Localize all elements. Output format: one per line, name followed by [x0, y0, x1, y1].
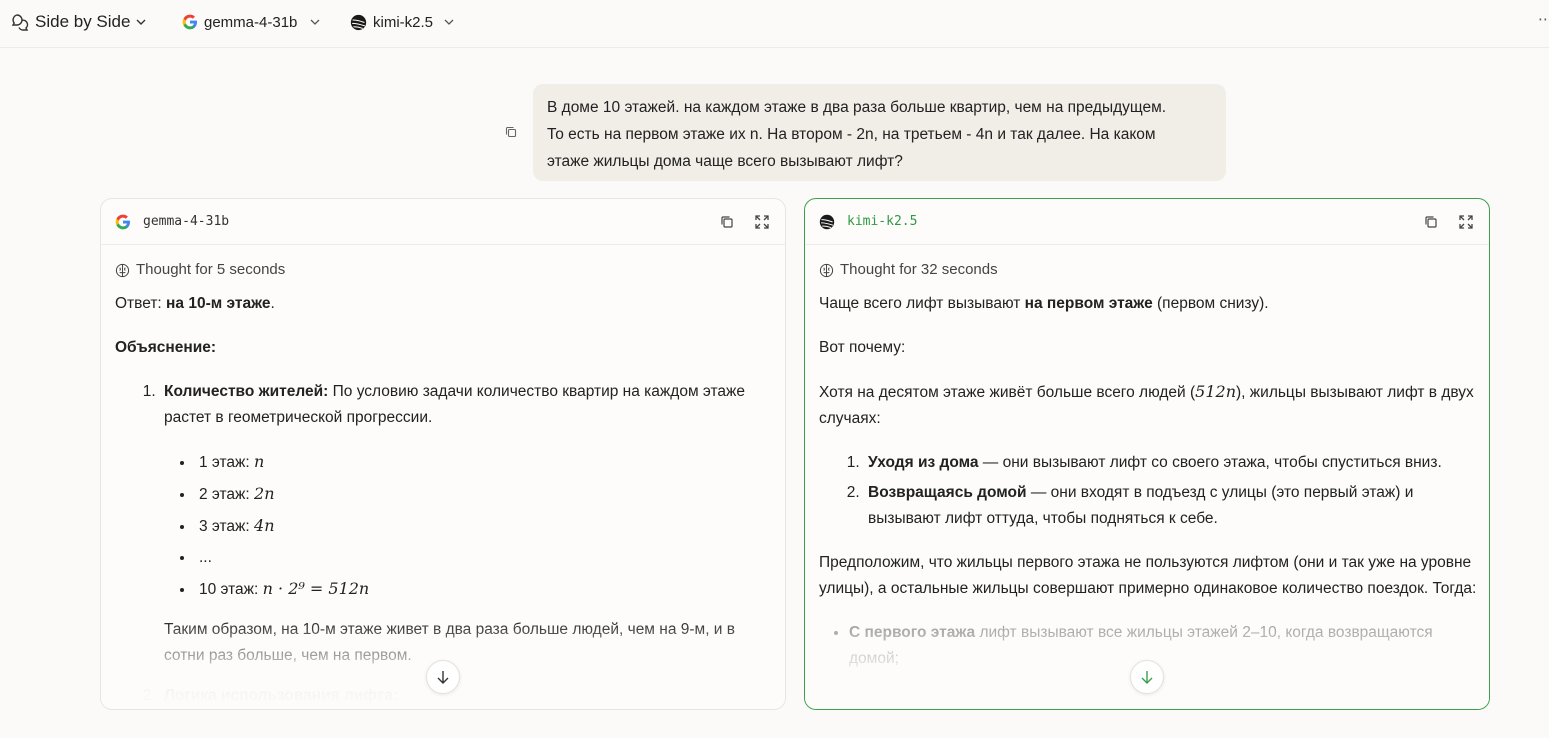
list-item: Возвращаясь домой — они входят в подъезд…: [864, 480, 1479, 532]
copy-icon[interactable]: [719, 214, 735, 230]
user-message-line: этаже жильцы дома чаще всего вызывают ли…: [547, 153, 903, 170]
chevron-down-icon: [310, 19, 320, 25]
item-bold: С первого этажа: [849, 624, 976, 641]
model-a-label: gemma-4-31b: [204, 13, 298, 31]
text-span: Чаще всего лифт вызывают: [819, 295, 1025, 312]
google-logo-icon: [182, 14, 197, 30]
mode-selector[interactable]: Side by Side: [10, 10, 147, 34]
item-text: — они вызывают лифт со своего этажа, что…: [978, 454, 1442, 471]
expand-icon[interactable]: [754, 214, 770, 230]
floor-label: 2 этаж:: [199, 486, 255, 503]
response-panel-b: kimi-k2.5 Thought for 32 seconds Чаще вс…: [804, 198, 1490, 710]
response-panel-a: gemma-4-31b Thought for 5 seconds Ответ:…: [100, 198, 786, 710]
floor-math: 4n: [254, 516, 275, 535]
list-item: 1 этаж: n: [195, 449, 775, 476]
brain-icon: [819, 263, 834, 277]
arrow-down-icon: [437, 671, 449, 684]
text-span: (первом снизу).: [1152, 295, 1269, 312]
floor-label: 3 этаж:: [199, 518, 255, 535]
floor-math: n · 2⁹ = 512n: [262, 579, 370, 598]
chevron-down-icon: [136, 19, 146, 25]
paragraph: Вот почему:: [819, 339, 906, 356]
model-a-selector[interactable]: gemma-4-31b: [182, 10, 321, 34]
paragraph: Чаще всего лифт вызывают на первом этаже…: [819, 291, 1479, 317]
bullet-list: С первого этажа лифт вызывают все жильцы…: [849, 620, 1479, 672]
model-b-label: kimi-k2.5: [373, 13, 434, 31]
copy-icon[interactable]: [1423, 214, 1439, 230]
list-item: С первого этажа лифт вызывают все жильцы…: [849, 620, 1479, 672]
model-b-selector[interactable]: kimi-k2.5: [350, 10, 455, 34]
list-item: 3 этаж: 4n: [195, 513, 775, 540]
item-bold: Логика использования лифта:: [164, 687, 399, 704]
thought-toggle[interactable]: Thought for 32 seconds: [819, 257, 1479, 283]
arrow-down-icon: [1141, 671, 1153, 684]
thought-label: Thought for 5 seconds: [136, 261, 286, 278]
scroll-down-button[interactable]: [426, 660, 460, 694]
floor-label: 1 этаж:: [199, 454, 255, 471]
kimi-logo-icon: [819, 214, 835, 230]
list-item: 2 этаж: 2n: [195, 481, 775, 508]
panel-header: kimi-k2.5: [805, 199, 1489, 245]
panel-header: gemma-4-31b: [101, 199, 785, 245]
thought-toggle[interactable]: Thought for 5 seconds: [115, 257, 775, 283]
answer-prefix: Ответ:: [115, 295, 167, 312]
text-span: Хотя на десятом этаже живёт больше всего…: [819, 384, 1196, 401]
mode-label: Side by Side: [35, 12, 131, 31]
panel-model-name: kimi-k2.5: [847, 214, 918, 229]
user-message-line: В доме 10 этажей. на каждом этаже в два …: [547, 99, 1167, 116]
list-item: Уходя из дома — они вызывают лифт со сво…: [864, 450, 1479, 476]
explanation-list: Количество жителей: По условию задачи ко…: [160, 379, 775, 709]
item-bold: Уходя из дома: [868, 454, 979, 471]
chevron-down-icon: [444, 19, 454, 25]
brain-icon: [115, 263, 130, 277]
floor-math: n: [254, 452, 265, 471]
floor-math: 2n: [254, 484, 275, 503]
item-bold: Количество жителей:: [164, 383, 329, 400]
explanation-bold: Объяснение:: [115, 339, 217, 356]
panel-body: Thought for 5 seconds Ответ: на 10-м эта…: [115, 257, 775, 709]
user-message: В доме 10 этажей. на каждом этаже в два …: [533, 84, 1226, 181]
top-bar: Side by Side gemma-4-31b kimi-k2.5 ⋯: [0, 0, 1549, 48]
explanation-heading: Объяснение:: [115, 335, 775, 361]
floors-list: 1 этаж: n 2 этаж: 2n 3 этаж: 4n ... 10 э…: [195, 449, 775, 603]
thought-label: Thought for 32 seconds: [840, 261, 998, 278]
text-math: 512n: [1195, 382, 1237, 401]
paragraph: Хотя на десятом этаже живёт больше всего…: [819, 379, 1479, 432]
chat-bubbles-icon: [11, 14, 29, 31]
answer-suffix: .: [270, 295, 275, 312]
panel-model-name: gemma-4-31b: [143, 214, 230, 229]
answer-bold: на 10-м этаже: [166, 295, 271, 312]
paragraph: Предположим, что жильцы первого этажа не…: [819, 554, 1477, 597]
list-item: Количество жителей: По условию задачи ко…: [160, 379, 775, 669]
expand-icon[interactable]: [1458, 214, 1474, 230]
list-item: 10 этаж: n · 2⁹ = 512n: [195, 576, 775, 603]
copy-icon[interactable]: [504, 125, 518, 139]
kimi-logo-icon: [350, 14, 367, 30]
conclusion-text: Таким образом, на 10-м этаже живет в два…: [164, 621, 736, 664]
cases-list: Уходя из дома — они вызывают лифт со сво…: [864, 450, 1479, 532]
floor-label: 10 этаж:: [199, 581, 263, 598]
text-bold: на первом этаже: [1024, 295, 1153, 312]
list-item: Логика использования лифта:: [160, 683, 775, 709]
item-bold: Возвращаясь домой: [868, 484, 1027, 501]
scroll-down-button[interactable]: [1130, 660, 1164, 694]
answer-line: Ответ: на 10-м этаже.: [115, 291, 775, 317]
google-logo-icon: [115, 214, 130, 230]
user-message-line: То есть на первом этаже их n. На втором …: [547, 126, 1156, 143]
list-item: ...: [195, 545, 775, 571]
panel-body: Thought for 32 seconds Чаще всего лифт в…: [819, 257, 1479, 672]
floor-label: ...: [199, 549, 212, 566]
more-options-button[interactable]: ⋯: [1538, 10, 1549, 28]
